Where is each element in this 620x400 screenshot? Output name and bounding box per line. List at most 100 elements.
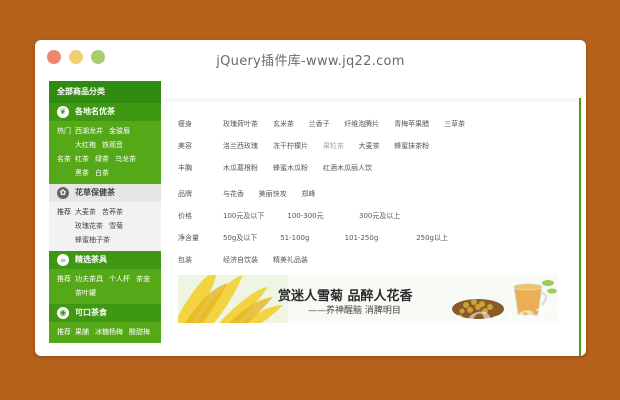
sidebar-link-row: 黑茶 白茶 [49,166,161,180]
chrysanthemum-illustration [178,275,288,323]
leaf-icon: ❦ [57,106,69,118]
filter-option[interactable]: 蜂蜜木瓜粉 [273,162,308,174]
filter-option[interactable]: 美丽快攻 [259,188,287,200]
sidebar-link[interactable]: 酸甜梅 [129,328,150,336]
sidebar-section: ❦ 各地名优茶 热门 西湖龙井 金骏眉 大红袍 铁观音 名茶 红茶 绿茶 乌龙茶 黑茶 白茶 [49,103,161,184]
sidebar-section: ◉ 可口茶食推荐 果脯 冰糖杨梅 酸甜梅 [49,304,161,343]
snack-icon: ◉ [57,307,69,319]
filter-option[interactable]: 101-250g [345,232,379,244]
filter-option[interactable]: 大麦茶 [359,140,380,152]
sidebar-link[interactable]: 茶宠 [136,275,150,283]
sidebar-row-label: 推荐 [57,208,71,216]
teapot-icon: ☕ [57,254,69,266]
filter-row: 价格 100元及以下 100-300元 300元及以上 [178,210,568,222]
sidebar-link-row: 推荐 大麦茶 苦荞茶 [49,205,161,219]
filter-option[interactable]: 蜂蜜抹茶粉 [394,140,429,152]
sidebar-section-label: 各地名优茶 [75,107,115,116]
sidebar-link-row: 茶叶罐 [49,286,161,300]
panel-top-strip [165,98,579,102]
filter-option[interactable]: 青梅苹果醋 [394,118,429,130]
filter-row: 美容 洛兰西玫瑰 冻干柠檬片 果粒茶 大麦茶 蜂蜜抹茶粉 [178,140,568,152]
sidebar-link[interactable]: 西湖龙井 [75,127,103,135]
filter-option[interactable]: 玫瑰荷叶茶 [223,118,258,130]
flower-icon: ✿ [57,187,69,199]
sidebar-section-title[interactable]: ✿ 花草保健茶 [49,184,161,202]
filter-row: 丰胸 木瓜葛根粉 蜂蜜木瓜粉 红酒木瓜丽人饮 [178,162,568,174]
sidebar-row-label: 推荐 [57,275,71,283]
filter-option[interactable]: 玄米茶 [273,118,294,130]
filter-option[interactable]: 经济自饮装 [223,254,258,266]
sidebar-link[interactable]: 铁观音 [102,141,123,149]
sidebar-link[interactable]: 功夫茶具 [75,275,103,283]
filter-row: 净含量 50g及以下 51-100g 101-250g 250g以上 [178,232,568,244]
sidebar-header: 全部商品分类 [49,81,161,103]
sidebar-row-label: 推荐 [57,328,71,336]
filter-option[interactable]: 纤维泡腾片 [344,118,379,130]
sidebar-link-row: 推荐 功夫茶具 个人杯 茶宠 [49,272,161,286]
filter-label: 瘦身 [178,120,192,128]
sidebar-link[interactable]: 苦荞茶 [102,208,123,216]
sidebar-section-label: 花草保健茶 [75,188,115,197]
sidebar-link-row: 大红袍 铁观音 [49,138,161,152]
filter-option[interactable]: 51-100g [280,232,309,244]
filter-row: 瘦身 玫瑰荷叶茶 玄米茶 兰香子 纤维泡腾片 青梅苹果醋 三草茶 [178,118,568,130]
filter-option[interactable]: 300元及以上 [359,210,400,222]
filter-option[interactable]: 精美礼品装 [273,254,308,266]
sidebar-link[interactable]: 雪菊 [109,222,123,230]
sidebar-link[interactable]: 大麦茶 [75,208,96,216]
sidebar-link[interactable]: 金骏眉 [109,127,130,135]
filter-option[interactable]: 郑峰 [301,188,315,200]
sidebar-link[interactable]: 乌龙茶 [115,155,136,163]
sidebar-row-label: 热门 [57,127,71,135]
sidebar-link[interactable]: 果脯 [75,328,89,336]
sidebar-link[interactable]: 玫瑰花茶 [75,222,103,230]
filter-label: 品牌 [178,190,192,198]
filter-label: 包装 [178,256,192,264]
sidebar-link[interactable]: 红茶 [75,155,89,163]
sidebar-link[interactable]: 个人杯 [109,275,130,283]
sidebar-row-label: 名茶 [57,155,71,163]
sidebar-link-row: 推荐 果脯 冰糖杨梅 酸甜梅 [49,325,161,339]
filter-option[interactable]: 三草茶 [444,118,465,130]
title-bar: jQuery插件库-www.jq22.com [35,40,586,74]
filter-option[interactable]: 冻干柠檬片 [273,140,308,152]
sidebar-section-title[interactable]: ☕ 精选茶具 [49,251,161,269]
filter-option[interactable]: 250g以上 [416,232,448,244]
filter-option[interactable]: 100元及以下 [223,210,264,222]
sidebar-link[interactable]: 蜂蜜柚子茶 [75,236,110,244]
filter-option[interactable]: 100-300元 [287,210,323,222]
filter-row: 包装 经济自饮装 精美礼品装 [178,254,568,266]
sidebar-section-label: 可口茶食 [75,308,107,317]
sidebar-link[interactable]: 茶叶罐 [75,289,96,297]
filter-option[interactable]: 果粒茶 [323,140,344,152]
filter-row: 品牌 与花香 美丽快攻 郑峰 [178,188,568,200]
filter-label: 丰胸 [178,164,192,172]
filter-label: 净含量 [178,234,199,242]
sidebar-link[interactable]: 绿茶 [95,155,109,163]
sidebar-link-row: 玫瑰花茶 雪菊 [49,219,161,233]
filter-option[interactable]: 50g及以下 [223,232,257,244]
sidebar-link-row: 蜂蜜柚子茶 [49,233,161,247]
sidebar-link[interactable]: 冰糖杨梅 [95,328,123,336]
filter-option[interactable]: 红酒木瓜丽人饮 [323,162,372,174]
banner-subline: ——养神醒脑 消脾明目 [308,306,401,316]
filter-option[interactable]: 与花香 [223,188,244,200]
sidebar-section-label: 精选茶具 [75,255,107,264]
banner-headline: 赏迷人雪菊 品醉人花香 [278,289,413,304]
sidebar-link[interactable]: 白茶 [95,169,109,177]
category-sidebar: 全部商品分类 ❦ 各地名优茶 热门 西湖龙井 金骏眉 大红袍 铁观音 名茶 红茶 绿茶 乌龙茶 黑茶白… [49,81,161,356]
window-title: jQuery插件库-www.jq22.com [216,54,405,69]
sidebar-section: ☕ 精选茶具推荐 功夫茶具 个人杯 茶宠茶叶罐 [49,251,161,304]
sidebar-section-title[interactable]: ❦ 各地名优茶 [49,103,161,121]
sidebar-section: ✿ 花草保健茶 推荐 大麦茶 苦荞茶 玫瑰花茶 雪菊 蜂蜜柚子茶 [49,184,161,251]
filter-option[interactable]: 兰香子 [309,118,330,130]
filter-label: 美容 [178,142,192,150]
filter-option[interactable]: 洛兰西玫瑰 [223,140,258,152]
sidebar-link-row: 热门 西湖龙井 金骏眉 [49,124,161,138]
sidebar-link[interactable]: 黑茶 [75,169,89,177]
sidebar-link-row: 名茶 红茶 绿茶 乌龙茶 [49,152,161,166]
filter-label: 价格 [178,212,192,220]
sidebar-link[interactable]: 大红袍 [75,141,96,149]
filter-option[interactable]: 木瓜葛根粉 [223,162,258,174]
sidebar-section-title[interactable]: ◉ 可口茶食 [49,304,161,322]
